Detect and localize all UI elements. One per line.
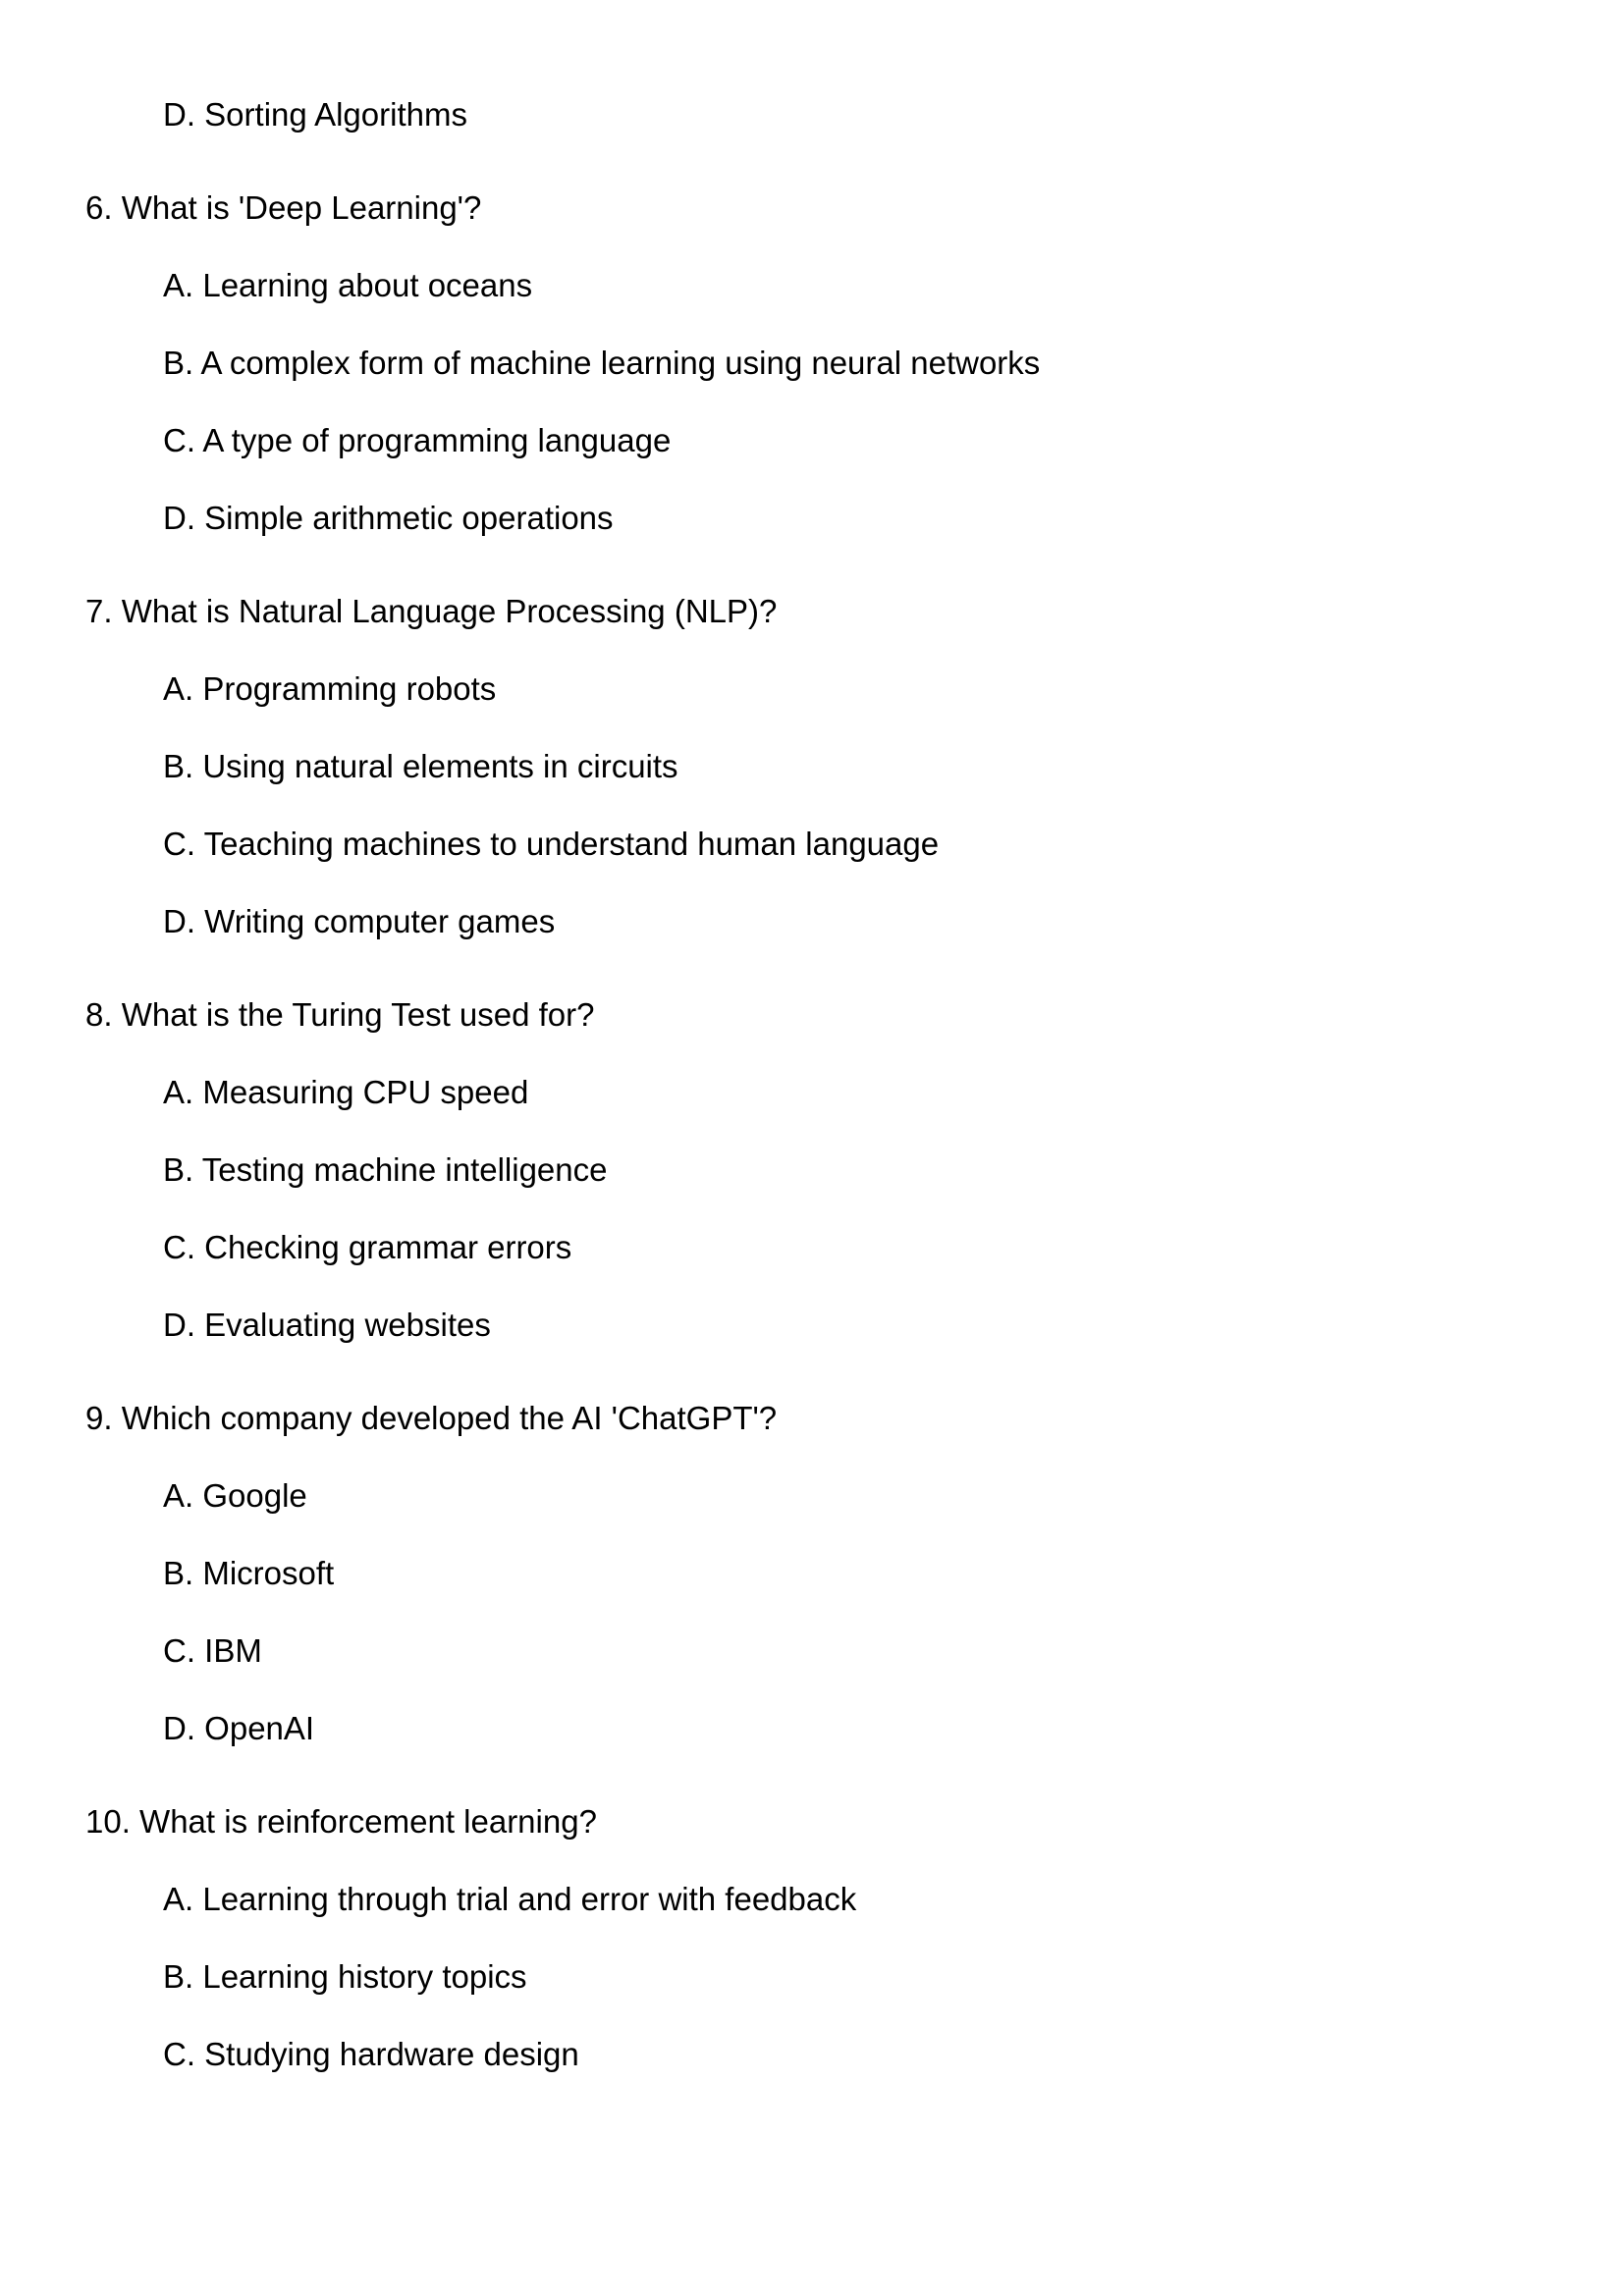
question-7: 7. What is Natural Language Processing (…: [85, 593, 778, 629]
question-9: 9. Which company developed the AI 'ChatG…: [85, 1400, 778, 1436]
option-c-q7: C. Teaching machines to understand human…: [163, 826, 940, 862]
option-c-q6: C. A type of programming language: [163, 422, 672, 458]
option-c-q8: C. Checking grammar errors: [163, 1229, 572, 1265]
option-d-q5: D. Sorting Algorithms: [163, 96, 467, 133]
question-8: 8. What is the Turing Test used for?: [85, 996, 595, 1033]
document-page: D. Sorting Algorithms 6. What is 'Deep L…: [0, 0, 1624, 2296]
option-d-q9: D. OpenAI: [163, 1710, 315, 1746]
option-b-q7: B. Using natural elements in circuits: [163, 748, 678, 784]
option-b-q10: B. Learning history topics: [163, 1958, 527, 1995]
option-b-q6: B. A complex form of machine learning us…: [163, 345, 1041, 381]
option-a-q6: A. Learning about oceans: [163, 267, 533, 303]
option-c-q10: C. Studying hardware design: [163, 2036, 579, 2072]
option-c-q9: C. IBM: [163, 1632, 262, 1669]
option-a-q7: A. Programming robots: [163, 670, 497, 707]
option-b-q8: B. Testing machine intelligence: [163, 1151, 608, 1188]
option-d-q6: D. Simple arithmetic operations: [163, 500, 614, 536]
question-6: 6. What is 'Deep Learning'?: [85, 189, 482, 226]
option-a-q10: A. Learning through trial and error with…: [163, 1881, 857, 1917]
option-b-q9: B. Microsoft: [163, 1555, 335, 1591]
question-10: 10. What is reinforcement learning?: [85, 1803, 597, 1840]
option-a-q9: A. Google: [163, 1477, 307, 1514]
option-d-q7: D. Writing computer games: [163, 903, 556, 939]
option-a-q8: A. Measuring CPU speed: [163, 1074, 529, 1110]
option-d-q8: D. Evaluating websites: [163, 1307, 491, 1343]
